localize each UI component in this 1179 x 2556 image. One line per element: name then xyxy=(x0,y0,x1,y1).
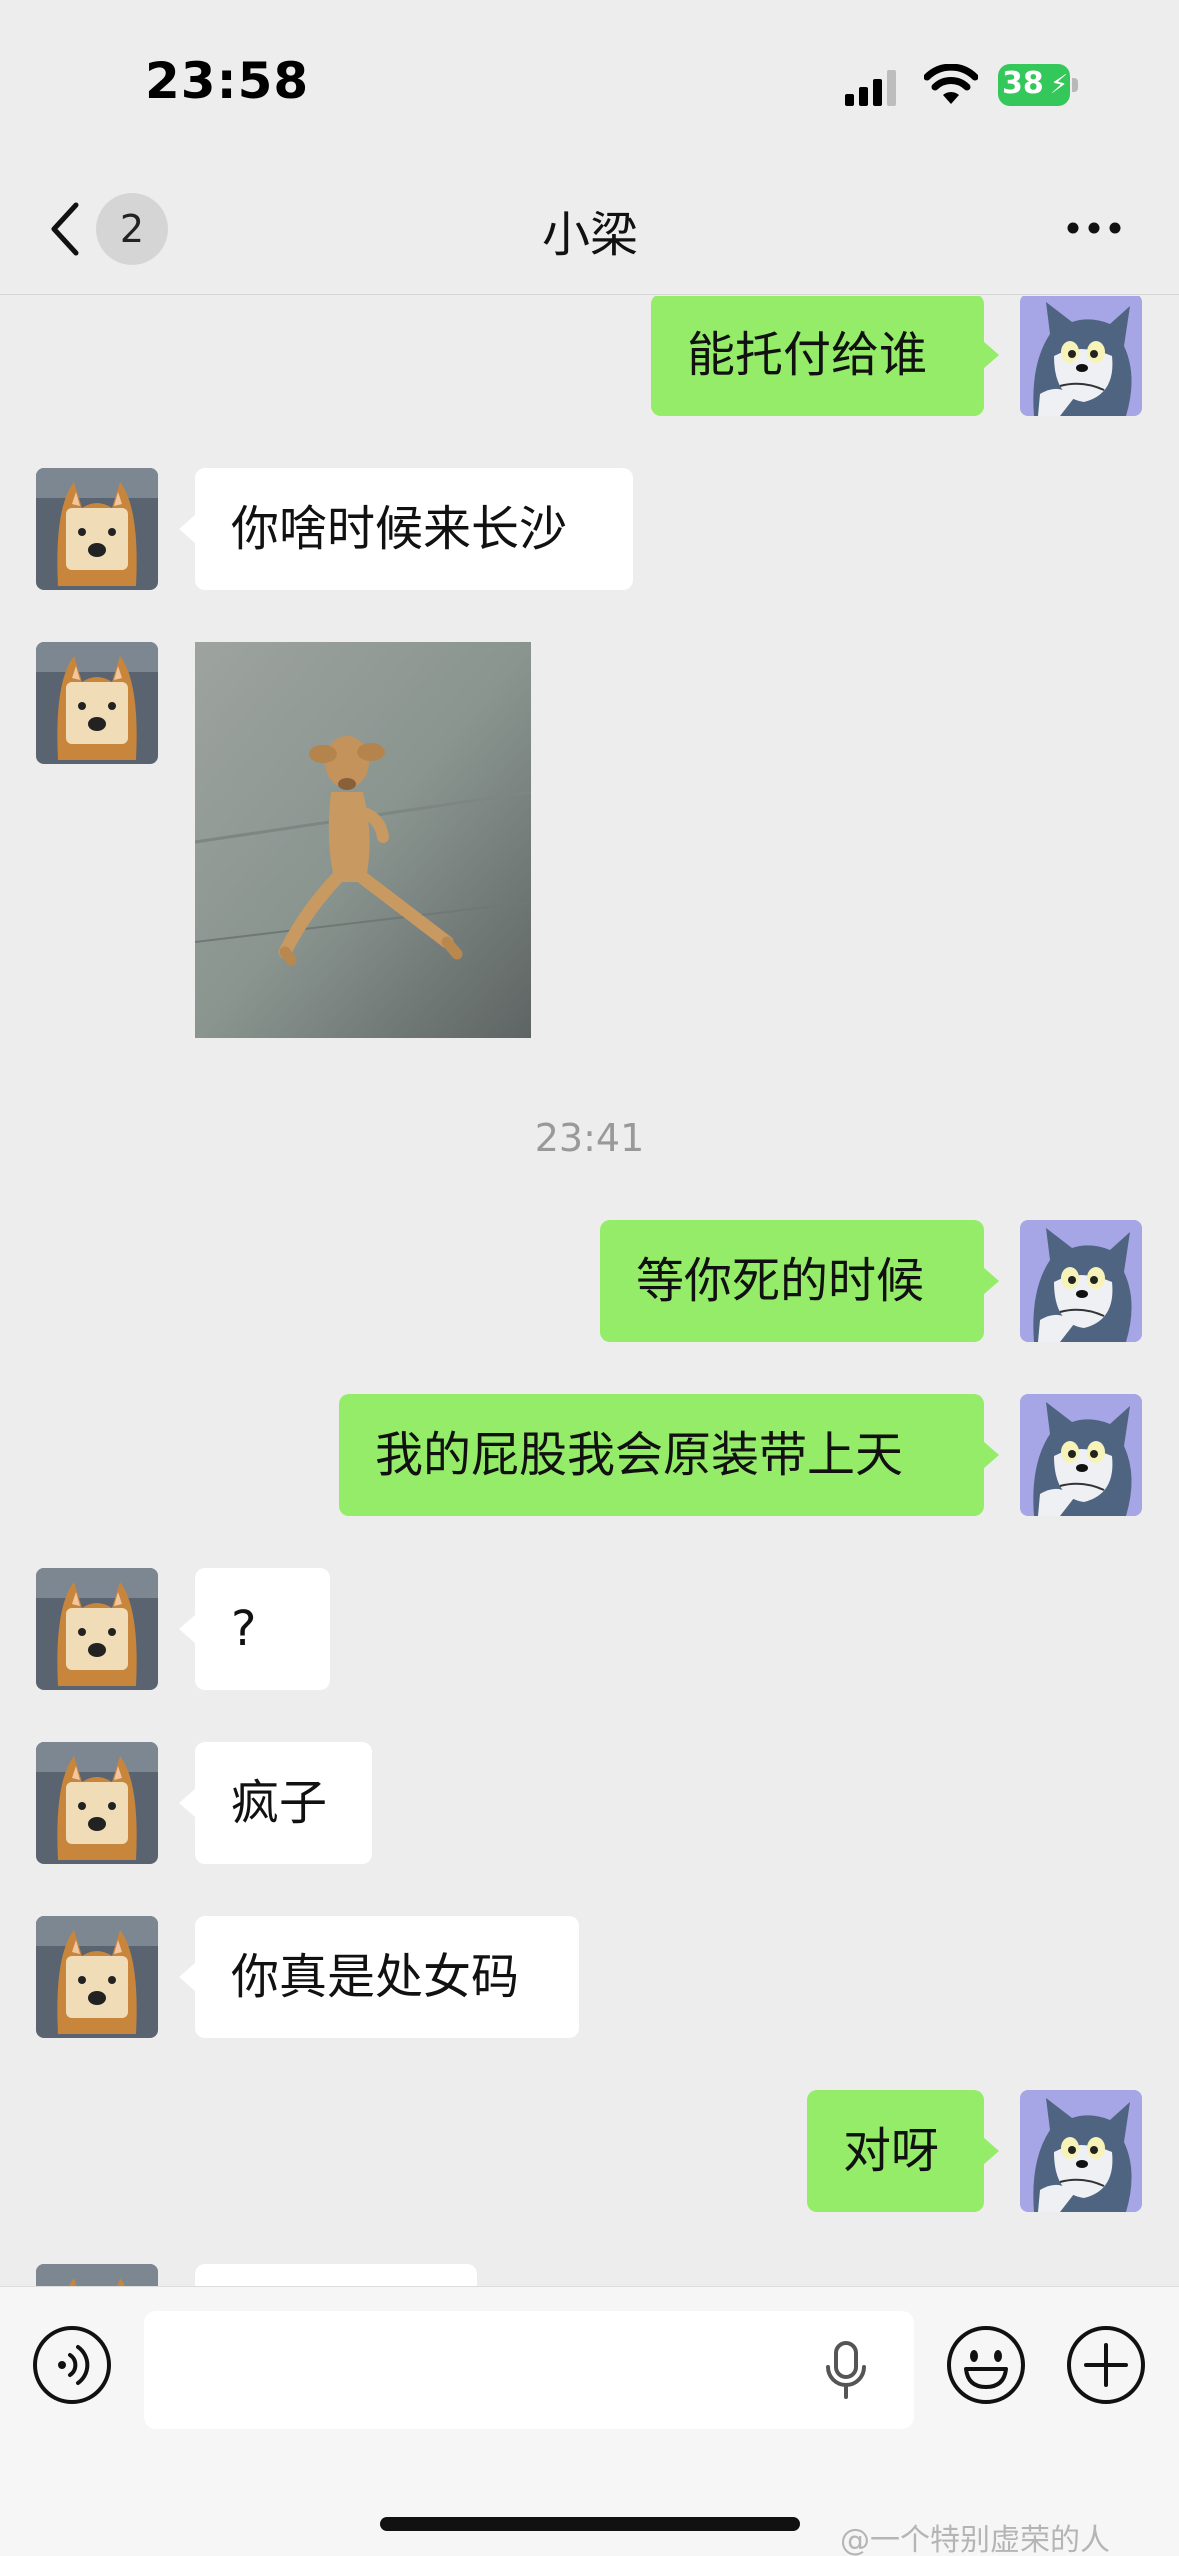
plus-icon[interactable] xyxy=(1066,2325,1146,2405)
received-image-dancing-dog[interactable] xyxy=(195,642,531,1038)
back-chevron-icon[interactable] xyxy=(48,201,82,257)
dog-photo-illustration xyxy=(195,642,531,1038)
received-message[interactable]: 疯子 xyxy=(195,1742,372,1864)
dog-avatar-image xyxy=(36,1916,158,2038)
battery-indicator: 38 ⚡ xyxy=(998,64,1078,106)
received-message[interactable]: 你啥时候来长沙 xyxy=(195,468,633,590)
battery-level: 38 xyxy=(1002,66,1044,101)
contact-avatar[interactable] xyxy=(36,468,158,590)
my-avatar[interactable] xyxy=(1020,296,1142,416)
my-avatar[interactable] xyxy=(1020,1394,1142,1516)
my-avatar[interactable] xyxy=(1020,1220,1142,1342)
received-message-partial[interactable] xyxy=(195,2264,477,2286)
contact-avatar[interactable] xyxy=(36,2264,158,2286)
chat-title: 小梁 xyxy=(541,207,638,263)
dog-avatar-image xyxy=(36,2264,158,2286)
contact-avatar[interactable] xyxy=(36,1742,158,1864)
unread-count: 2 xyxy=(119,207,145,251)
status-time: 23:58 xyxy=(145,52,310,110)
received-message[interactable]: 你真是处女码 xyxy=(195,1916,579,2038)
message-input[interactable] xyxy=(144,2311,914,2429)
sent-message[interactable]: 能托付给谁 xyxy=(651,296,984,416)
input-bar: @一个特别虚荣的人 xyxy=(0,2286,1179,2556)
sent-message[interactable]: 等你死的时候 xyxy=(600,1220,984,1342)
dog-avatar-image xyxy=(36,1742,158,1864)
received-message[interactable]: ? xyxy=(195,1568,330,1690)
contact-avatar[interactable] xyxy=(36,642,158,764)
voice-icon[interactable] xyxy=(32,2325,112,2405)
home-indicator[interactable] xyxy=(380,2517,800,2531)
dog-avatar-image xyxy=(36,1568,158,1690)
tom-cat-avatar-image xyxy=(1020,1394,1142,1516)
unread-count-badge[interactable]: 2 xyxy=(96,193,168,265)
more-dots-icon[interactable] xyxy=(1065,220,1123,236)
message-timestamp: 23:41 xyxy=(534,1116,645,1160)
status-bar: 23:58 38 ⚡ xyxy=(0,0,1179,165)
my-avatar[interactable] xyxy=(1020,2090,1142,2212)
dog-avatar-image xyxy=(36,642,158,764)
chat-header: 2 小梁 xyxy=(0,165,1179,295)
chat-screen: 23:58 38 ⚡ 2 小梁 能托付给谁 你啥时候来长沙 23:41 等你死的… xyxy=(0,0,1179,2556)
tom-cat-avatar-image xyxy=(1020,2090,1142,2212)
charging-icon: ⚡ xyxy=(1050,70,1069,100)
wifi-icon xyxy=(924,64,978,104)
contact-avatar[interactable] xyxy=(36,1916,158,2038)
contact-avatar[interactable] xyxy=(36,1568,158,1690)
signal-icon xyxy=(845,70,896,106)
tom-cat-avatar-image xyxy=(1020,1220,1142,1342)
watermark-text: @一个特别虚荣的人 xyxy=(840,2523,1110,2556)
emoji-icon[interactable] xyxy=(946,2325,1026,2405)
sent-message[interactable]: 我的屁股我会原装带上天 xyxy=(339,1394,984,1516)
mic-icon[interactable] xyxy=(824,2341,868,2399)
dog-avatar-image xyxy=(36,468,158,590)
tom-cat-avatar-image xyxy=(1020,296,1142,416)
message-list[interactable]: 能托付给谁 你啥时候来长沙 23:41 等你死的时候 我的屁股我会原装带上天 ?… xyxy=(0,296,1179,2286)
sent-message[interactable]: 对呀 xyxy=(807,2090,984,2212)
